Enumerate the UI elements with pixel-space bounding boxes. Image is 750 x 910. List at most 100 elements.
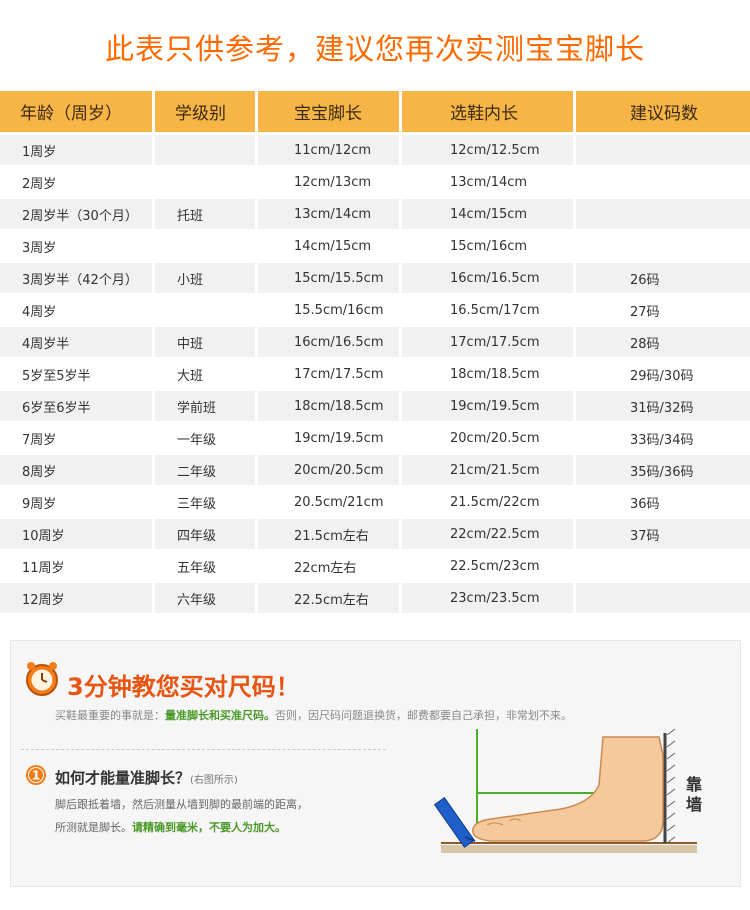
step-title-text: 如何才能量准脚长？ <box>55 769 191 787</box>
table-cell <box>576 167 750 199</box>
ruler-icon <box>433 797 476 848</box>
table-cell: 3周岁 <box>0 231 155 263</box>
note-text: 买鞋最重要的事就是： <box>55 709 165 722</box>
table-row: 1周岁 11cm/12cm 12cm/12.5cm <box>0 135 750 167</box>
step-instructions: 脚后跟抵着墙，然后测量从墙到脚的最前端的距离， 所测就是脚长。请精确到毫米，不要… <box>55 793 308 839</box>
table-cell: 17cm/17.5cm <box>402 327 576 359</box>
table-cell: 20.5cm/21cm <box>258 487 402 519</box>
column-header-grade: 学级别 <box>155 91 258 135</box>
table-row: 3周岁 14cm/15cm 15cm/16cm <box>0 231 750 263</box>
column-header-foot-length: 宝宝脚长 <box>258 91 402 135</box>
table-cell: 29码/30码 <box>576 359 750 391</box>
table-cell: 27码 <box>576 295 750 327</box>
table-cell: 11周岁 <box>0 551 155 583</box>
measuring-guide-panel: 3分钟教您买对尺码！ 买鞋最重要的事就是：量准脚长和买准尺码。否则，因尺码问题退… <box>10 640 741 887</box>
table-cell: 18cm/18.5cm <box>258 391 402 423</box>
dashed-divider <box>21 749 386 750</box>
table-row: 11周岁 五年级 22cm左右 22.5cm/23cm <box>0 551 750 583</box>
table-cell: 一年级 <box>155 423 258 455</box>
table-row: 2周岁半（30个月） 托班 13cm/14cm 14cm/15cm <box>0 199 750 231</box>
table-cell: 6岁至6岁半 <box>0 391 155 423</box>
table-cell: 四年级 <box>155 519 258 551</box>
table-cell: 10周岁 <box>0 519 155 551</box>
table-cell: 14cm/15cm <box>258 231 402 263</box>
table-row: 5岁至5岁半 大班 17cm/17.5cm 18cm/18.5cm 29码/30码 <box>0 359 750 391</box>
table-row: 6岁至6岁半 学前班 18cm/18.5cm 19cm/19.5cm 31码/32码 <box>0 391 750 423</box>
note-text-rest: 否则，因尺码问题退换货，邮费都要自己承担，非常划不来。 <box>275 709 572 722</box>
table-cell: 六年级 <box>155 583 258 615</box>
step-subtitle: (右图所示) <box>190 775 238 786</box>
step-line-1: 脚后跟抵着墙，然后测量从墙到脚的最前端的距离， <box>55 798 308 811</box>
table-cell: 五年级 <box>155 551 258 583</box>
table-cell: 18cm/18.5cm <box>402 359 576 391</box>
page-title: 此表只供参考，建议您再次实测宝宝脚长 <box>104 32 645 66</box>
table-cell: 12周岁 <box>0 583 155 615</box>
table-cell: 9周岁 <box>0 487 155 519</box>
table-cell: 4周岁半 <box>0 327 155 359</box>
wall-label: 靠墙 <box>685 775 702 814</box>
table-cell: 19cm/19.5cm <box>402 391 576 423</box>
table-cell: 15cm/16cm <box>402 231 576 263</box>
table-cell: 16.5cm/17cm <box>402 295 576 327</box>
table-cell: 中班 <box>155 327 258 359</box>
table-cell: 23cm/23.5cm <box>402 583 576 615</box>
table-cell: 26码 <box>576 263 750 295</box>
table-row: 12周岁 六年级 22.5cm左右 23cm/23.5cm <box>0 583 750 615</box>
table-cell: 二年级 <box>155 455 258 487</box>
table-cell: 22.5cm左右 <box>258 583 402 615</box>
alarm-clock-icon <box>23 659 61 701</box>
table-cell: 大班 <box>155 359 258 391</box>
table-body: 1周岁 11cm/12cm 12cm/12.5cm 2周岁 12cm/13cm 13cm/… <box>0 135 750 615</box>
table-cell <box>576 551 750 583</box>
size-chart-table: 年龄（周岁） 学级别 宝宝脚长 选鞋内长 建议码数 1周岁 11cm/12cm 12… <box>0 91 750 615</box>
table-cell <box>155 295 258 327</box>
table-row: 3周岁半（42个月） 小班 15cm/15.5cm 16cm/16.5cm 26码 <box>0 263 750 295</box>
column-header-shoe-inner-length: 选鞋内长 <box>402 91 576 135</box>
table-cell <box>576 199 750 231</box>
table-cell <box>576 231 750 263</box>
table-row: 7周岁 一年级 19cm/19.5cm 20cm/20.5cm 33码/34码 <box>0 423 750 455</box>
table-row: 8周岁 二年级 20cm/20.5cm 21cm/21.5cm 35码/36码 <box>0 455 750 487</box>
table-cell: 3周岁半（42个月） <box>0 263 155 295</box>
table-cell <box>576 135 750 167</box>
table-cell: 学前班 <box>155 391 258 423</box>
table-cell: 37码 <box>576 519 750 551</box>
column-header-suggested-size: 建议码数 <box>576 91 750 135</box>
column-header-age: 年龄（周岁） <box>0 91 155 135</box>
step-line-2: 所测就是脚长。请精确到毫米，不要人为加大。 <box>55 816 308 839</box>
table-row: 9周岁 三年级 20.5cm/21cm 21.5cm/22cm 36码 <box>0 487 750 519</box>
table-cell: 7周岁 <box>0 423 155 455</box>
table-cell: 31码/32码 <box>576 391 750 423</box>
table-cell <box>155 231 258 263</box>
table-cell: 33码/34码 <box>576 423 750 455</box>
table-cell: 15.5cm/16cm <box>258 295 402 327</box>
guide-title: 3分钟教您买对尺码！ <box>67 673 300 701</box>
table-cell: 28码 <box>576 327 750 359</box>
table-cell: 1周岁 <box>0 135 155 167</box>
guide-note: 买鞋最重要的事就是：量准脚长和买准尺码。否则，因尺码问题退换货，邮费都要自己承担… <box>55 707 572 723</box>
table-cell: 36码 <box>576 487 750 519</box>
table-cell: 11cm/12cm <box>258 135 402 167</box>
table-cell: 15cm/15.5cm <box>258 263 402 295</box>
table-cell: 21cm/21.5cm <box>402 455 576 487</box>
table-cell: 16cm/16.5cm <box>402 263 576 295</box>
table-cell: 22.5cm/23cm <box>402 551 576 583</box>
step-number-badge: 1 <box>25 764 47 790</box>
table-cell: 2周岁半（30个月） <box>0 199 155 231</box>
table-cell: 19cm/19.5cm <box>258 423 402 455</box>
step-title: 如何才能量准脚长？(右图所示) <box>55 767 238 788</box>
table-row: 2周岁 12cm/13cm 13cm/14cm <box>0 167 750 199</box>
table-cell: 22cm/22.5cm <box>402 519 576 551</box>
table-cell: 35码/36码 <box>576 455 750 487</box>
table-cell: 托班 <box>155 199 258 231</box>
table-cell: 14cm/15cm <box>402 199 576 231</box>
table-cell: 8周岁 <box>0 455 155 487</box>
table-cell: 13cm/14cm <box>402 167 576 199</box>
table-cell: 21.5cm左右 <box>258 519 402 551</box>
table-cell: 16cm/16.5cm <box>258 327 402 359</box>
table-cell: 4周岁 <box>0 295 155 327</box>
table-row: 4周岁 15.5cm/16cm 16.5cm/17cm 27码 <box>0 295 750 327</box>
step-line-2-text: 所测就是脚长。 <box>55 821 132 834</box>
table-cell: 三年级 <box>155 487 258 519</box>
table-row: 10周岁 四年级 21.5cm左右 22cm/22.5cm 37码 <box>0 519 750 551</box>
